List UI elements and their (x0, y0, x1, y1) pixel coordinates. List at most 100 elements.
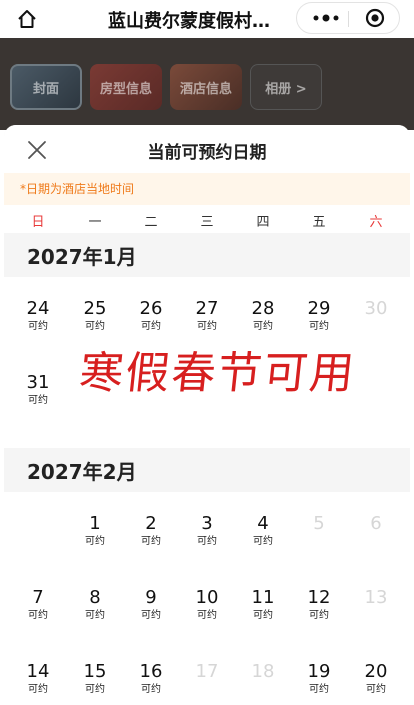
tab-room-info[interactable]: 房型信息 (90, 64, 162, 110)
calendar-day[interactable]: 12 可约 (295, 587, 343, 623)
day-number: 16 (139, 661, 163, 682)
calendar-day[interactable]: 3 可约 (183, 513, 231, 549)
month-grid-feb: 1 可约 2 可约 3 可约 4 可约 5 6 7 可约 8 可约 9 可约 10 可约 11 可约 12 可约 13 14 可… (4, 492, 410, 705)
tab-album[interactable]: 相册 > (250, 64, 322, 110)
day-status: 可约 (141, 321, 161, 332)
day-status: 可约 (253, 321, 273, 332)
day-status: 可约 (28, 684, 48, 695)
sheet-title: 当前可预约日期 (147, 143, 267, 163)
calendar-day: 18 (239, 661, 287, 683)
day-number: 27 (195, 298, 219, 319)
capsule-menu (296, 2, 400, 34)
day-status: 可约 (85, 536, 105, 547)
calendar-day: 6 (352, 513, 400, 535)
day-status: 可约 (197, 321, 217, 332)
day-status: 可约 (85, 684, 105, 695)
day-number: 2 (145, 513, 157, 534)
calendar-day: 30 (352, 298, 400, 320)
day-number: 19 (307, 661, 331, 682)
target-icon[interactable] (365, 8, 385, 28)
calendar-day[interactable]: 31 可约 (14, 372, 62, 408)
calendar-day[interactable]: 4 可约 (239, 513, 287, 549)
day-number: 1 (89, 513, 101, 534)
day-status: 可约 (197, 536, 217, 547)
day-number: 15 (83, 661, 107, 682)
calendar-day[interactable]: 28 可约 (239, 298, 287, 334)
timezone-notice: *日期为酒店当地时间 (4, 173, 410, 205)
day-number: 30 (364, 298, 388, 319)
day-number: 11 (251, 587, 275, 608)
day-status: 可约 (28, 321, 48, 332)
day-number: 10 (195, 587, 219, 608)
home-icon[interactable] (16, 8, 38, 30)
calendar-day[interactable]: 27 可约 (183, 298, 231, 334)
app-title: 蓝山费尔蒙度假村… (108, 11, 270, 32)
tab-cover[interactable]: 封面 (10, 64, 82, 110)
capsule-divider (348, 11, 349, 27)
calendar-day[interactable]: 9 可约 (127, 587, 175, 623)
weekday-header: 日 一 二 三 四 五 六 (4, 205, 410, 233)
day-number: 25 (83, 298, 107, 319)
calendar-day[interactable]: 11 可约 (239, 587, 287, 623)
day-number: 5 (313, 513, 325, 534)
calendar-day: 17 (183, 661, 231, 683)
calendar-day[interactable]: 25 可约 (71, 298, 119, 334)
tab-hotel-info[interactable]: 酒店信息 (170, 64, 242, 110)
day-number: 26 (139, 298, 163, 319)
calendar-day: 13 (352, 587, 400, 609)
calendar-day[interactable]: 15 可约 (71, 661, 119, 697)
weekday-thu: 四 (256, 215, 270, 230)
day-status: 可约 (85, 321, 105, 332)
day-status: 可约 (309, 684, 329, 695)
day-number: 17 (195, 661, 219, 682)
day-number: 6 (370, 513, 382, 534)
calendar-day[interactable]: 24 可约 (14, 298, 62, 334)
weekday-fri: 五 (312, 215, 326, 230)
month-header-feb: 2027年2月 (4, 448, 410, 492)
calendar-day[interactable]: 2 可约 (127, 513, 175, 549)
calendar-day[interactable]: 14 可约 (14, 661, 62, 697)
calendar-day[interactable]: 10 可约 (183, 587, 231, 623)
calendar-day[interactable]: 7 可约 (14, 587, 62, 623)
day-status: 可约 (141, 684, 161, 695)
weekday-mon: 一 (88, 215, 102, 230)
day-number: 9 (145, 587, 157, 608)
sheet-header: 当前可预约日期 (4, 125, 410, 173)
overlay-stamp-text: 寒假春节可用 (76, 348, 359, 399)
weekday-sun: 日 (31, 215, 45, 230)
weekday-wed: 三 (200, 215, 214, 230)
day-status: 可约 (28, 395, 48, 406)
day-number: 4 (257, 513, 269, 534)
calendar-day[interactable]: 29 可约 (295, 298, 343, 334)
weekday-tue: 二 (144, 215, 158, 230)
day-status: 可约 (309, 321, 329, 332)
more-dots-icon[interactable] (311, 12, 341, 24)
month-title: 2027年2月 (27, 460, 137, 484)
day-number: 20 (364, 661, 388, 682)
day-number: 31 (26, 372, 50, 393)
day-number: 29 (307, 298, 331, 319)
calendar-day[interactable]: 8 可约 (71, 587, 119, 623)
month-title: 2027年1月 (27, 245, 137, 269)
calendar-day[interactable]: 26 可约 (127, 298, 175, 334)
day-status: 可约 (28, 610, 48, 621)
day-number: 24 (26, 298, 50, 319)
day-status: 可约 (253, 610, 273, 621)
day-number: 14 (26, 661, 50, 682)
day-number: 18 (251, 661, 275, 682)
calendar-day[interactable]: 20 可约 (352, 661, 400, 697)
day-number: 28 (251, 298, 275, 319)
date-picker-sheet: 当前可预约日期 *日期为酒店当地时间 日 一 二 三 四 五 六 2027年1月… (4, 125, 410, 705)
calendar-day[interactable]: 1 可约 (71, 513, 119, 549)
calendar-day: 5 (295, 513, 343, 535)
day-status: 可约 (85, 610, 105, 621)
day-status: 可约 (141, 536, 161, 547)
day-number: 12 (307, 587, 331, 608)
day-status: 可约 (309, 610, 329, 621)
day-number: 8 (89, 587, 101, 608)
calendar-day[interactable]: 16 可约 (127, 661, 175, 697)
day-status: 可约 (141, 610, 161, 621)
day-number: 13 (364, 587, 388, 608)
calendar-day[interactable]: 19 可约 (295, 661, 343, 697)
page-backdrop: 封面 房型信息 酒店信息 相册 > (0, 38, 414, 130)
